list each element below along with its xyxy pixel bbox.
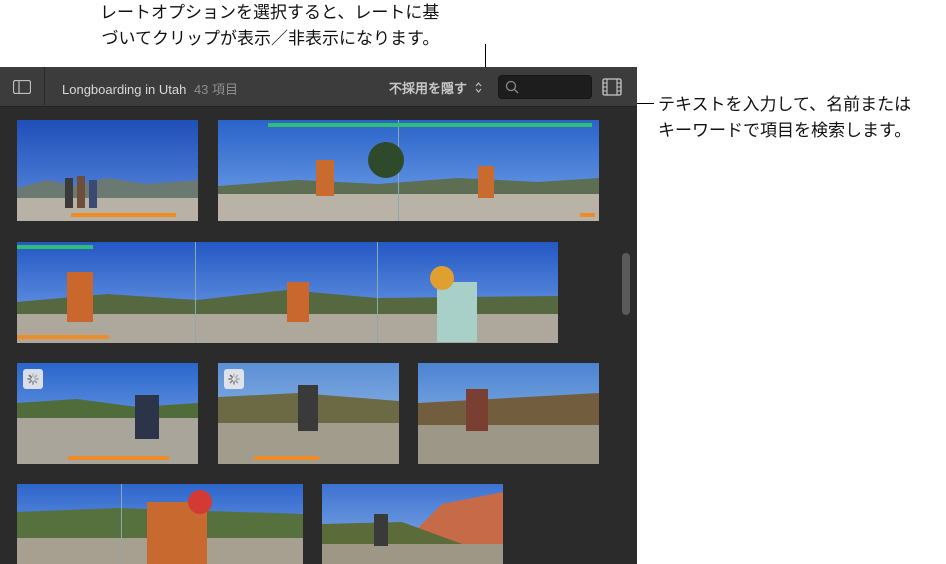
analyzing-spinner-icon xyxy=(224,369,244,389)
rejected-rating-bar xyxy=(580,213,595,217)
rating-callout: レートオプションを選択すると、レートに基 づいてクリップが表示／非表示になります… xyxy=(100,0,439,52)
analyzing-spinner-icon xyxy=(23,369,43,389)
search-field[interactable] xyxy=(498,75,592,99)
search-callout-line1: テキストを入力して、名前または xyxy=(658,95,912,115)
clip-image xyxy=(17,484,303,564)
clip-image xyxy=(322,484,503,564)
rejected-rating-bar xyxy=(17,335,109,339)
scrollbar-thumb[interactable] xyxy=(622,253,630,315)
clip-image xyxy=(418,363,599,464)
search-icon xyxy=(505,80,519,94)
rating-filter-value: 不採用を隠す xyxy=(389,82,468,97)
clip-image xyxy=(17,363,198,464)
event-title: Longboarding in Utah 43 項目 xyxy=(62,79,238,98)
rating-callout-line1: レートオプションを選択すると、レートに基 xyxy=(100,3,440,23)
clip-thumbnail-3[interactable] xyxy=(17,242,558,343)
clip-count: 43 項目 xyxy=(193,82,239,97)
clip-thumbnail-7[interactable] xyxy=(17,484,303,564)
clip-thumbnail-1[interactable] xyxy=(17,120,198,221)
search-callout: テキストを入力して、名前または キーワードで項目を検索します。 xyxy=(658,92,911,144)
clip-browser: Longboarding in Utah 43 項目 不採用を隠す xyxy=(0,67,637,564)
clip-thumbnail-4[interactable] xyxy=(17,363,198,464)
favorite-rating-bar xyxy=(268,123,592,127)
search-input[interactable] xyxy=(523,78,589,96)
clip-grid xyxy=(0,108,637,564)
clip-thumbnail-5[interactable] xyxy=(218,363,399,464)
clip-image xyxy=(17,242,558,343)
sidebar-icon xyxy=(13,80,31,94)
clip-image xyxy=(17,120,198,221)
rating-filter-select[interactable]: 不採用を隠す xyxy=(389,78,482,97)
clip-image xyxy=(218,120,599,221)
rating-callout-line2: づいてクリップが表示／非表示になります。 xyxy=(101,29,440,49)
rejected-rating-bar xyxy=(71,213,176,217)
filmstrip-icon xyxy=(602,78,622,96)
filmstrip-view-button[interactable] xyxy=(600,76,624,98)
clip-thumbnail-8[interactable] xyxy=(322,484,503,564)
favorite-rating-bar xyxy=(17,245,93,249)
sidebar-toggle-button[interactable] xyxy=(0,67,45,107)
chevron-updown-icon xyxy=(475,82,482,93)
event-name: Longboarding in Utah xyxy=(62,82,187,97)
clip-thumbnail-6[interactable] xyxy=(418,363,599,464)
clip-thumbnail-2[interactable] xyxy=(218,120,599,221)
browser-toolbar: Longboarding in Utah 43 項目 不採用を隠す xyxy=(0,67,637,107)
rejected-rating-bar xyxy=(68,456,169,460)
rejected-rating-bar xyxy=(254,456,319,460)
clip-image xyxy=(218,363,399,464)
search-callout-line2: キーワードで項目を検索します。 xyxy=(658,121,912,141)
